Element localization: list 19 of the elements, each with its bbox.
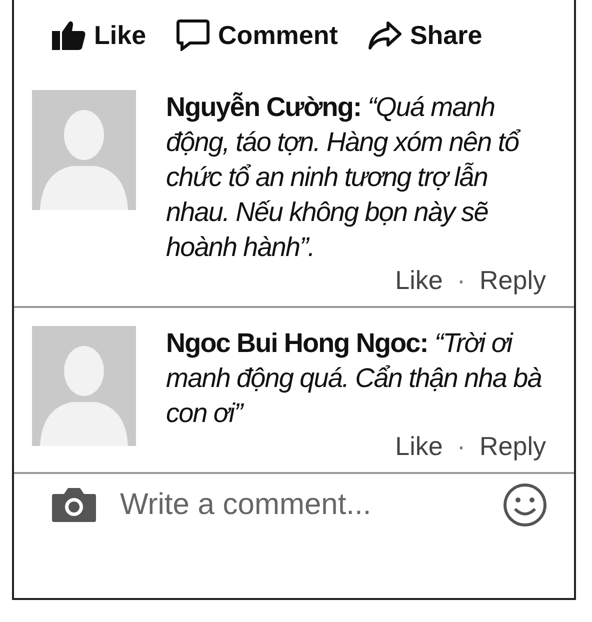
avatar-icon [32,90,136,210]
action-button[interactable]: Share [368,14,482,56]
smiley-icon[interactable] [502,482,548,528]
comment-input[interactable]: Write a comment... [118,487,482,523]
separator-dot: · [456,265,466,296]
like-link[interactable]: Like [395,431,443,462]
like-link[interactable]: Like [395,265,443,296]
thumbs-up-icon [52,20,86,50]
separator-dot: · [456,431,466,462]
speech-bubble-icon [176,19,210,51]
comment-text: Ngoc Bui Hong Ngoc: “Trời ơi manh động quá. Cẩn thận nha bà con ơi” [166,327,542,430]
reply-link[interactable]: Reply [480,265,546,296]
avatar-icon [32,326,136,446]
comment-text: Nguyễn Cường: “Quá manh động, táo tợn. Hàng xóm nên tổ chức tổ an ninh tương trợ lẫn nhau. Nếu không bọn này sẽ hoành hành”. [166,91,522,264]
action-button[interactable]: Comment [176,14,338,56]
camera-icon[interactable] [50,486,98,524]
action-button[interactable]: Like [52,14,146,56]
reply-link[interactable]: Reply [480,431,546,462]
share-arrow-icon [368,20,402,50]
